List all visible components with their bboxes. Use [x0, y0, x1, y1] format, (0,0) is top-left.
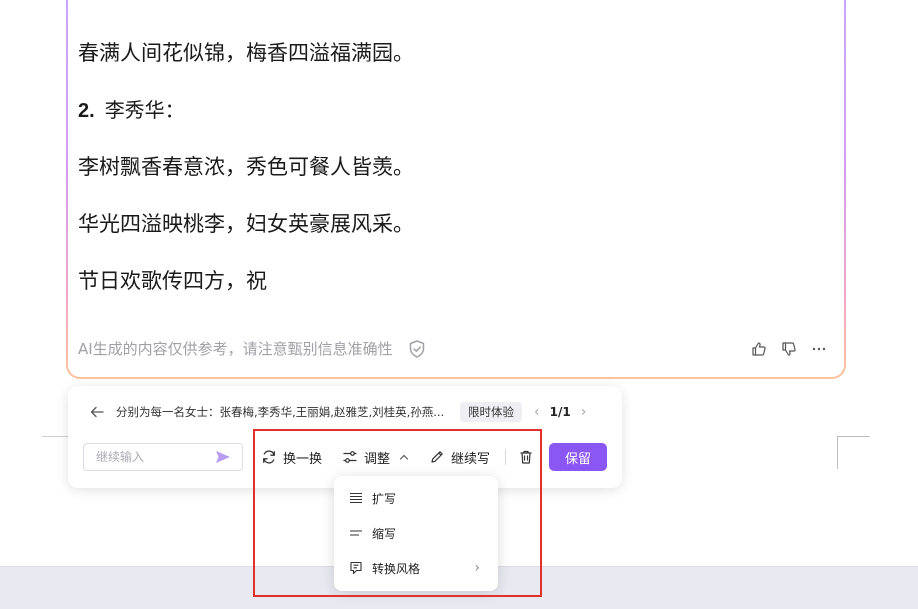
expand-lines-icon	[348, 490, 364, 506]
shrink-lines-icon	[348, 525, 364, 541]
pager-prev-button[interactable]: ‹	[534, 404, 540, 420]
more-options-icon[interactable]	[810, 340, 828, 358]
poem-line: 节日欢歌传四方，祝	[78, 269, 267, 293]
ai-result-content: 春满人间花似锦，梅香四溢福满园。 2. 李秀华： 李树飘香春意浓，秀色可餐人皆羡。…	[68, 0, 844, 377]
poem-line: 华光四溢映桃李，妇女英豪展风采。	[78, 212, 414, 236]
back-arrow-icon[interactable]	[88, 403, 106, 421]
result-pager: ‹ 1/1 ›	[534, 402, 586, 422]
continue-write-button[interactable]: 继续写	[429, 445, 490, 469]
trash-icon[interactable]	[517, 447, 535, 467]
ai-toolbar-panel: 分别为每一名女士：张春梅,李秀华,王丽娟,赵雅芝,刘桂英,孙燕... 限时体验 …	[68, 386, 622, 488]
disclaimer-text: AI生成的内容仅供参考，请注意甄别信息准确性	[78, 340, 393, 358]
submenu-chevron-right-icon: ›	[474, 560, 480, 576]
page-margin-corner	[837, 436, 870, 469]
adjust-button[interactable]: 调整	[342, 445, 412, 469]
toolbar-divider	[505, 449, 506, 465]
pager-count: 1/1	[549, 405, 571, 419]
dropdown-item-expand[interactable]: 扩写	[334, 483, 498, 513]
dropdown-item-shrink[interactable]: 缩写	[334, 518, 498, 548]
section-title: 李秀华：	[104, 98, 185, 122]
pencil-icon	[429, 449, 445, 465]
poem-line: 春满人间花似锦，梅香四溢福满园。	[78, 41, 414, 65]
thumbs-up-icon[interactable]	[750, 340, 768, 358]
refresh-icon	[261, 449, 277, 465]
adjust-sliders-icon	[342, 449, 358, 465]
regenerate-button[interactable]: 换一换	[261, 445, 322, 469]
page-margin-rule	[42, 436, 68, 437]
feedback-actions	[750, 340, 828, 358]
poem-line: 李树飘香春意浓，秀色可餐人皆羡。	[78, 155, 414, 179]
ai-disclaimer: AI生成的内容仅供参考，请注意甄别信息准确性	[78, 338, 427, 359]
style-convert-icon	[348, 560, 364, 576]
pager-next-button[interactable]: ›	[581, 404, 587, 420]
send-arrow-icon[interactable]	[214, 449, 232, 465]
adjust-dropdown-menu: 扩写 缩写 转换风格 ›	[334, 476, 498, 591]
section-number: 2.	[78, 100, 95, 122]
ai-result-card: 春满人间花似锦，梅香四溢福满园。 2. 李秀华： 李树飘香春意浓，秀色可餐人皆羡。…	[66, 0, 846, 379]
thumbs-down-icon[interactable]	[780, 340, 798, 358]
trial-badge: 限时体验	[460, 402, 522, 422]
dropdown-item-label: 转换风格	[372, 561, 421, 576]
keep-button[interactable]: 保留	[549, 443, 607, 471]
dropdown-item-label: 扩写	[372, 491, 397, 506]
dropdown-item-style-convert[interactable]: 转换风格 ›	[334, 553, 498, 583]
dropdown-item-label: 缩写	[372, 526, 397, 541]
prompt-text: 分别为每一名女士：张春梅,李秀华,王丽娟,赵雅芝,刘桂英,孙燕...	[116, 405, 445, 419]
regenerate-label: 换一换	[283, 451, 323, 467]
continue-write-label: 继续写	[451, 451, 491, 467]
chevron-up-icon	[396, 449, 412, 465]
prompt-row: 分别为每一名女士：张春梅,李秀华,王丽娟,赵雅芝,刘桂英,孙燕... 限时体验 …	[68, 400, 622, 424]
adjust-label: 调整	[364, 451, 391, 467]
shield-check-icon[interactable]	[407, 339, 427, 359]
section-heading: 2. 李秀华：	[78, 97, 185, 124]
